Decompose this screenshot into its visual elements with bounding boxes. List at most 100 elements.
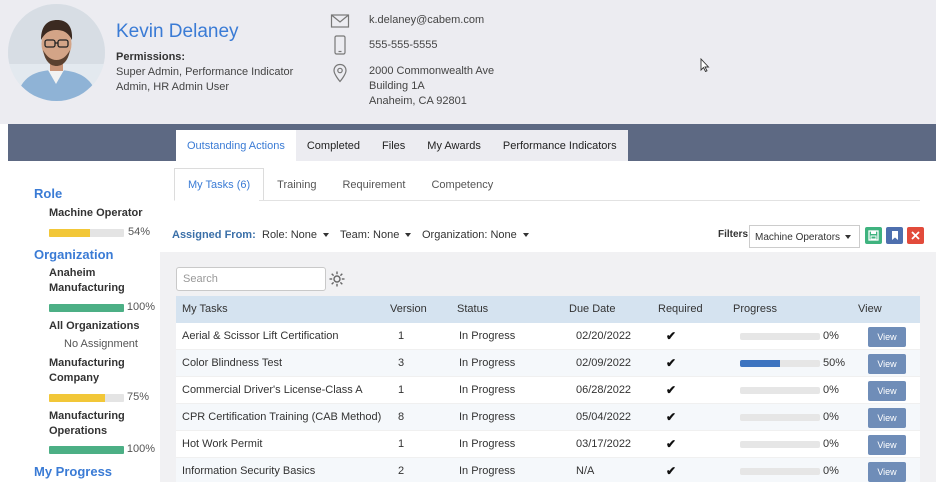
header-due-date[interactable]: Due Date	[569, 296, 615, 323]
checkmark-icon: ✔	[666, 437, 677, 451]
filters-label: Filters	[718, 229, 749, 240]
task-due-date: 05/04/2022	[576, 411, 632, 423]
sidebar-org-all[interactable]: All Organizations	[49, 319, 149, 334]
header-version[interactable]: Version	[390, 296, 427, 323]
tab-my-awards[interactable]: My Awards	[416, 130, 492, 161]
sidebar-role-item[interactable]: Machine Operator	[49, 206, 149, 221]
close-icon	[911, 231, 920, 240]
task-status: In Progress	[459, 357, 516, 369]
org-mfg-ops-progress-fill	[49, 446, 124, 454]
task-due-date: 02/20/2022	[576, 330, 632, 342]
org-anaheim-progress-bar	[49, 304, 124, 312]
view-button[interactable]: View	[868, 435, 906, 455]
task-name: Color Blindness Test	[182, 357, 283, 369]
header-progress[interactable]: Progress	[733, 296, 777, 323]
role-dropdown[interactable]: Role: None	[262, 229, 330, 241]
tab-files[interactable]: Files	[371, 130, 416, 161]
profile-header: Kevin Delaney Permissions: Super Admin, …	[0, 0, 936, 124]
task-status: In Progress	[459, 465, 516, 477]
view-button[interactable]: View	[868, 408, 906, 428]
bookmark-filter-button[interactable]	[886, 227, 903, 244]
view-button[interactable]: View	[868, 327, 906, 347]
tasks-table: My Tasks Version Status Due Date Require…	[176, 296, 920, 482]
header-status[interactable]: Status	[457, 296, 488, 323]
task-status: In Progress	[459, 330, 516, 342]
organization-dropdown[interactable]: Organization: None	[422, 229, 529, 241]
org-anaheim-pct: 100%	[126, 301, 155, 313]
sidebar-my-progress-title: My Progress	[34, 464, 113, 479]
task-version: 1	[398, 438, 405, 450]
team-dropdown[interactable]: Team: None	[340, 229, 412, 241]
header-task[interactable]: My Tasks	[182, 296, 228, 323]
team-dropdown-label: Team: None	[340, 229, 400, 241]
subtab-my-tasks[interactable]: My Tasks (6)	[174, 168, 265, 201]
chevron-down-icon	[522, 233, 529, 238]
role-progress-bar	[49, 229, 124, 237]
task-due-date: 02/09/2022	[576, 357, 632, 369]
task-name: CPR Certification Training (CAB Method)	[182, 411, 382, 423]
org-mfg-company-progress-fill	[49, 394, 106, 402]
task-progress-pct: 0%	[823, 438, 839, 450]
permissions-value: Super Admin, Performance Indicator Admin…	[116, 66, 294, 93]
save-filter-button[interactable]	[865, 227, 882, 244]
sidebar-role-title: Role	[34, 186, 63, 201]
chevron-down-icon	[405, 233, 412, 238]
task-name: Hot Work Permit	[182, 438, 263, 450]
task-progress-bar	[740, 360, 820, 367]
gear-icon[interactable]	[328, 270, 346, 288]
task-progress-pct: 0%	[823, 330, 839, 342]
sub-tabs: My Tasks (6) Training Requirement Compet…	[174, 168, 506, 201]
address-line-1: 2000 Commonwealth Ave	[369, 65, 495, 77]
checkmark-icon: ✔	[666, 410, 677, 424]
sidebar-org-manufacturing-company[interactable]: Manufacturing Company	[49, 356, 149, 386]
table-row: Hot Work Permit 1 In Progress 03/17/2022…	[176, 431, 920, 458]
org-mfg-company-progress-bar	[49, 394, 124, 402]
clear-filter-button[interactable]	[907, 227, 924, 244]
task-progress-fill	[740, 360, 780, 367]
email-text[interactable]: k.delaney@cabem.com	[369, 13, 484, 28]
view-button[interactable]: View	[868, 462, 906, 482]
subtab-requirement[interactable]: Requirement	[329, 168, 418, 201]
sidebar-org-manufacturing-operations[interactable]: Manufacturing Operations	[49, 409, 149, 439]
task-name: Information Security Basics	[182, 465, 316, 477]
task-due-date: 06/28/2022	[576, 384, 632, 396]
sidebar-org-title: Organization	[34, 247, 114, 262]
user-name: Kevin Delaney	[116, 21, 239, 42]
view-button[interactable]: View	[868, 381, 906, 401]
chevron-down-icon	[323, 233, 330, 238]
avatar	[8, 4, 105, 101]
task-due-date: 03/17/2022	[576, 438, 632, 450]
subtab-competency[interactable]: Competency	[418, 168, 506, 201]
checkmark-icon: ✔	[666, 356, 677, 370]
save-icon	[868, 230, 879, 241]
sidebar-org-anaheim[interactable]: Anaheim Manufacturing	[49, 266, 149, 296]
tab-completed[interactable]: Completed	[296, 130, 371, 161]
task-version: 1	[398, 330, 405, 342]
task-due-date: N/A	[576, 465, 595, 477]
subtab-divider	[259, 200, 920, 201]
bookmark-icon	[891, 231, 898, 240]
table-row: CPR Certification Training (CAB Method) …	[176, 404, 920, 431]
task-progress-bar	[740, 387, 820, 394]
header-view: View	[858, 303, 882, 315]
subtab-training[interactable]: Training	[264, 168, 329, 201]
task-progress-bar	[740, 441, 820, 448]
organization-dropdown-label: Organization: None	[422, 229, 517, 241]
header-required[interactable]: Required	[658, 296, 703, 323]
org-anaheim-progress-fill	[49, 304, 124, 312]
filter-select[interactable]: Machine Operators	[749, 225, 860, 248]
task-status: In Progress	[459, 384, 516, 396]
location-pin-icon	[333, 63, 347, 83]
org-all-no-assignment: No Assignment	[64, 338, 138, 350]
tab-outstanding-actions[interactable]: Outstanding Actions	[176, 130, 296, 161]
chevron-down-icon	[845, 235, 851, 239]
main-tabs: Outstanding Actions Completed Files My A…	[176, 130, 628, 161]
address-line-3: Anaheim, CA 92801	[369, 95, 467, 107]
view-button[interactable]: View	[868, 354, 906, 374]
assigned-from-label: Assigned From:	[172, 229, 256, 241]
table-header: My Tasks Version Status Due Date Require…	[176, 296, 920, 323]
address-line-2: Building 1A	[369, 80, 425, 92]
tab-performance-indicators[interactable]: Performance Indicators	[492, 130, 628, 161]
task-progress-pct: 0%	[823, 465, 839, 477]
search-input[interactable]	[176, 267, 326, 291]
